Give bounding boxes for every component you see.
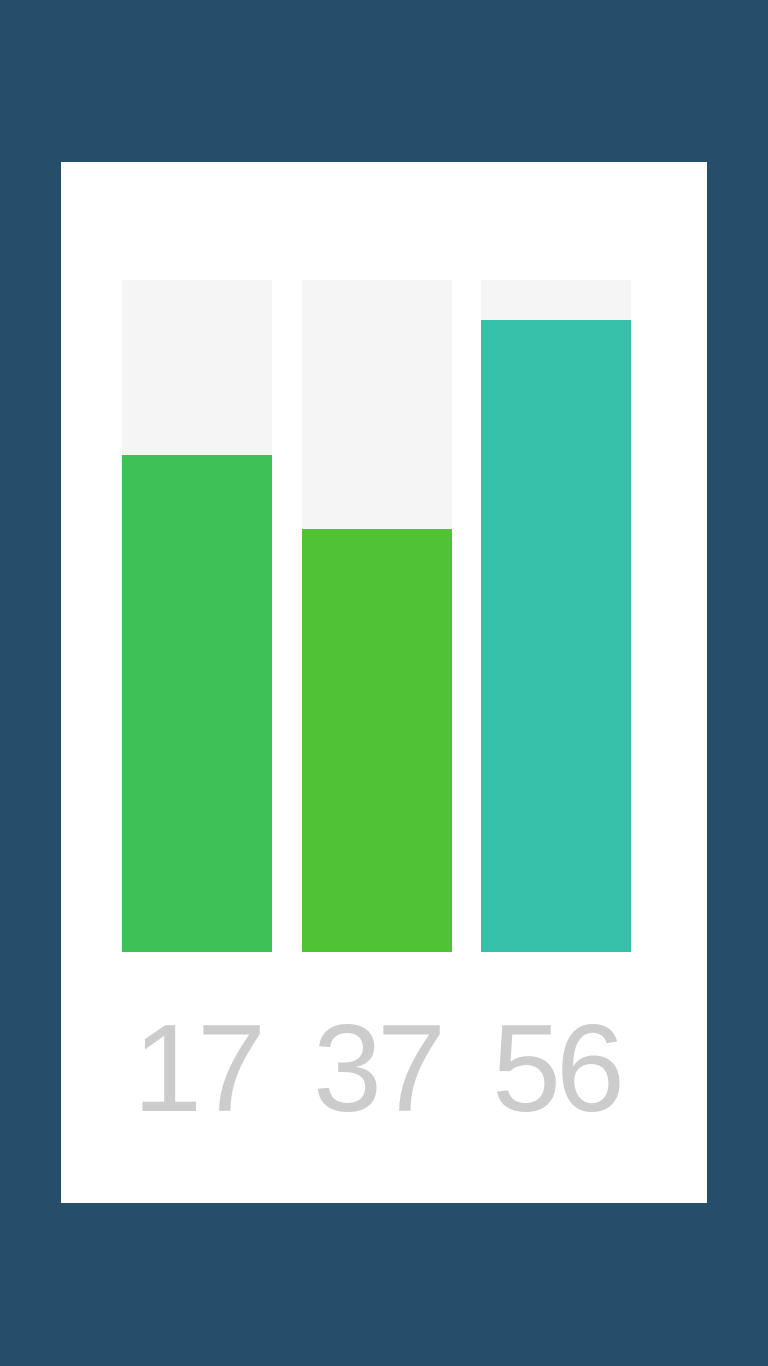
bar-label-1: 17 — [133, 1000, 266, 1138]
bar-area — [122, 280, 631, 952]
bar-labels: 17 37 56 — [122, 1004, 631, 1134]
bar-label-3: 56 — [492, 1000, 625, 1138]
chart-card: 17 37 56 — [61, 162, 707, 1203]
bar-track-2 — [302, 280, 452, 952]
bar-2 — [302, 529, 452, 952]
bar-3 — [481, 320, 631, 952]
bar-track-1 — [122, 280, 272, 952]
bar-track-3 — [481, 280, 631, 952]
bar-1 — [122, 455, 272, 952]
bar-label-2: 37 — [313, 1000, 446, 1138]
